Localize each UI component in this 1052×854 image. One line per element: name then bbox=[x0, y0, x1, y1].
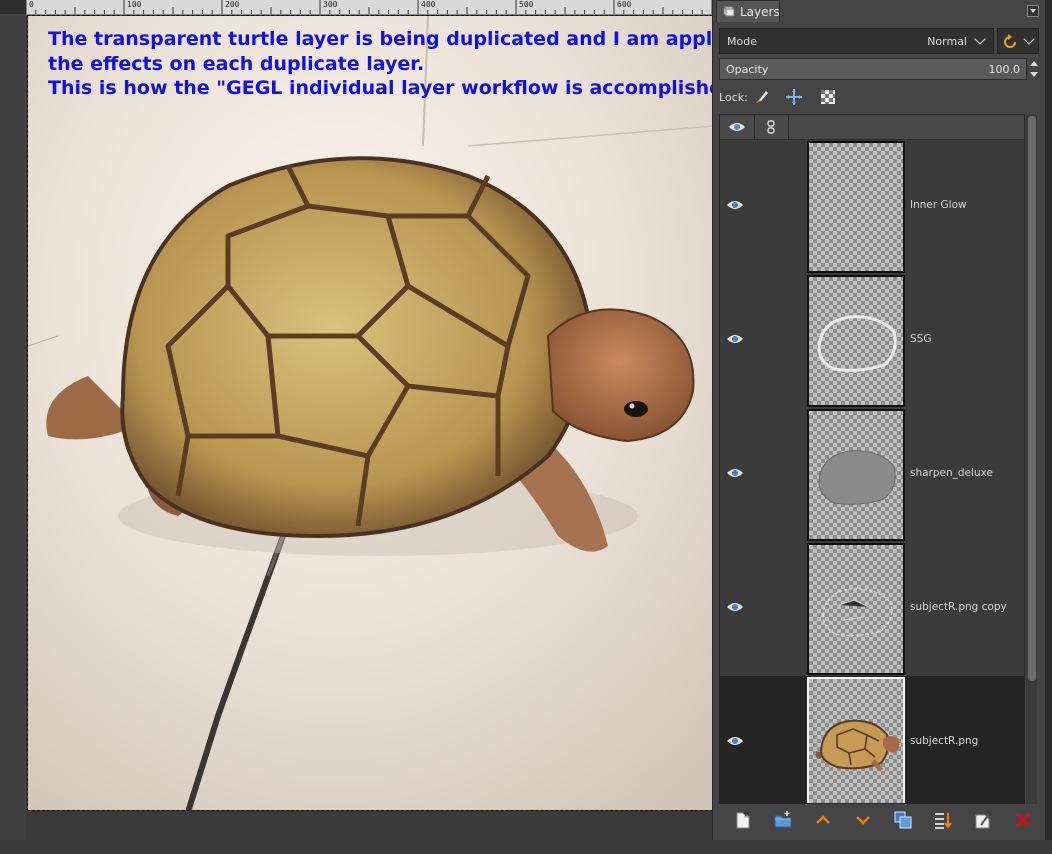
image-canvas[interactable]: The transparent turtle layer is being du… bbox=[27, 15, 713, 811]
annotation-line: The transparent turtle layer is being du… bbox=[48, 28, 713, 50]
layers-dock: Layers Mode Normal Opacity 100.0 Lock: I… bbox=[712, 0, 1045, 840]
ruler-label: 500 bbox=[519, 0, 534, 9]
layer-rows: Inner Glow SSG sharpen_deluxe subjectR.p… bbox=[720, 140, 1024, 803]
visibility-column-header[interactable] bbox=[720, 115, 755, 139]
ruler-label: 400 bbox=[421, 0, 436, 9]
lock-alpha-icon[interactable] bbox=[819, 88, 837, 106]
mode-value: Normal bbox=[927, 35, 967, 48]
opacity-stepper[interactable] bbox=[1029, 58, 1039, 80]
layer-name[interactable]: subjectR.png copy bbox=[910, 601, 1007, 613]
eye-icon[interactable] bbox=[726, 735, 744, 747]
new-layer-icon[interactable] bbox=[733, 810, 753, 830]
eye-icon[interactable] bbox=[726, 467, 744, 479]
layers-list-header bbox=[720, 115, 1024, 140]
increment-icon[interactable] bbox=[1030, 61, 1038, 66]
tab-label: Layers bbox=[740, 5, 780, 19]
ruler-label: 300 bbox=[323, 0, 338, 9]
eye-icon[interactable] bbox=[726, 601, 744, 613]
chevron-down-icon bbox=[1023, 33, 1035, 45]
layer-mask-icon[interactable] bbox=[973, 810, 993, 830]
status-area bbox=[0, 840, 1052, 854]
opacity-field[interactable]: Opacity 100.0 bbox=[719, 58, 1027, 80]
chain-icon bbox=[767, 120, 775, 134]
opacity-value: 100.0 bbox=[988, 63, 1021, 76]
mode-dropdown[interactable]: Mode Normal bbox=[719, 28, 994, 54]
eye-icon bbox=[729, 123, 745, 131]
mode-label: Mode bbox=[727, 35, 757, 48]
ruler-label: 0 bbox=[29, 0, 34, 9]
annotation-line: This is how the "GEGL individual layer w… bbox=[48, 77, 713, 99]
ruler-label: 200 bbox=[225, 0, 240, 9]
lock-position-icon[interactable] bbox=[785, 88, 803, 106]
tab-layers[interactable]: Layers bbox=[716, 0, 780, 22]
chain-column-header[interactable] bbox=[754, 115, 789, 139]
annotation-line: the effects on each duplicate layer. bbox=[48, 52, 425, 75]
turtle-photo bbox=[28, 16, 712, 810]
layer-row[interactable]: subjectR.png copy bbox=[720, 542, 1024, 676]
layer-row[interactable]: sharpen_deluxe bbox=[720, 408, 1024, 542]
layer-name[interactable]: SSG bbox=[910, 333, 931, 345]
reset-icon bbox=[1004, 34, 1016, 48]
ruler-label: 100 bbox=[127, 0, 142, 9]
layers-list[interactable]: Inner Glow SSG sharpen_deluxe subjectR.p… bbox=[719, 114, 1025, 804]
chevron-down-icon bbox=[974, 33, 986, 45]
vertical-ruler[interactable] bbox=[0, 14, 26, 854]
layer-thumbnail[interactable] bbox=[807, 543, 905, 675]
annotation-text: The transparent turtle layer is being du… bbox=[48, 27, 713, 101]
horizontal-ruler[interactable]: 0 100 200 300 400 500 600 bbox=[26, 0, 712, 15]
layer-thumbnail[interactable] bbox=[807, 409, 905, 541]
layer-row-selected[interactable]: subjectR.png bbox=[720, 676, 1024, 803]
layer-name[interactable]: Inner Glow bbox=[910, 199, 967, 211]
lock-pixels-icon[interactable] bbox=[753, 88, 771, 106]
new-layer-group-icon[interactable] bbox=[773, 810, 793, 830]
dock-menu-button[interactable] bbox=[1027, 5, 1039, 17]
raise-layer-icon[interactable] bbox=[813, 810, 833, 830]
layer-row[interactable]: SSG bbox=[720, 274, 1024, 408]
merge-down-icon[interactable] bbox=[933, 810, 953, 830]
composite-mode-button[interactable] bbox=[997, 28, 1039, 54]
lower-layer-icon[interactable] bbox=[853, 810, 873, 830]
layers-icon bbox=[723, 6, 735, 17]
layer-name[interactable]: sharpen_deluxe bbox=[910, 467, 993, 479]
delete-layer-icon[interactable] bbox=[1013, 810, 1033, 830]
opacity-label: Opacity bbox=[726, 63, 769, 76]
layer-thumbnail[interactable] bbox=[807, 141, 905, 273]
layer-row[interactable]: Inner Glow bbox=[720, 140, 1024, 274]
ruler-corner bbox=[0, 0, 26, 14]
ruler-label: 600 bbox=[617, 0, 632, 9]
layer-thumbnail[interactable] bbox=[807, 275, 905, 407]
layers-toolbar bbox=[719, 804, 1037, 836]
eye-icon[interactable] bbox=[726, 199, 744, 211]
lock-label: Lock: bbox=[719, 91, 748, 104]
layers-scrollbar[interactable] bbox=[1026, 114, 1037, 804]
eye-icon[interactable] bbox=[726, 333, 744, 345]
scrollbar-thumb[interactable] bbox=[1028, 116, 1036, 681]
decrement-icon[interactable] bbox=[1030, 72, 1038, 77]
duplicate-layer-icon[interactable] bbox=[893, 810, 913, 830]
layer-thumbnail[interactable] bbox=[807, 677, 905, 803]
layer-name[interactable]: subjectR.png bbox=[910, 735, 978, 747]
